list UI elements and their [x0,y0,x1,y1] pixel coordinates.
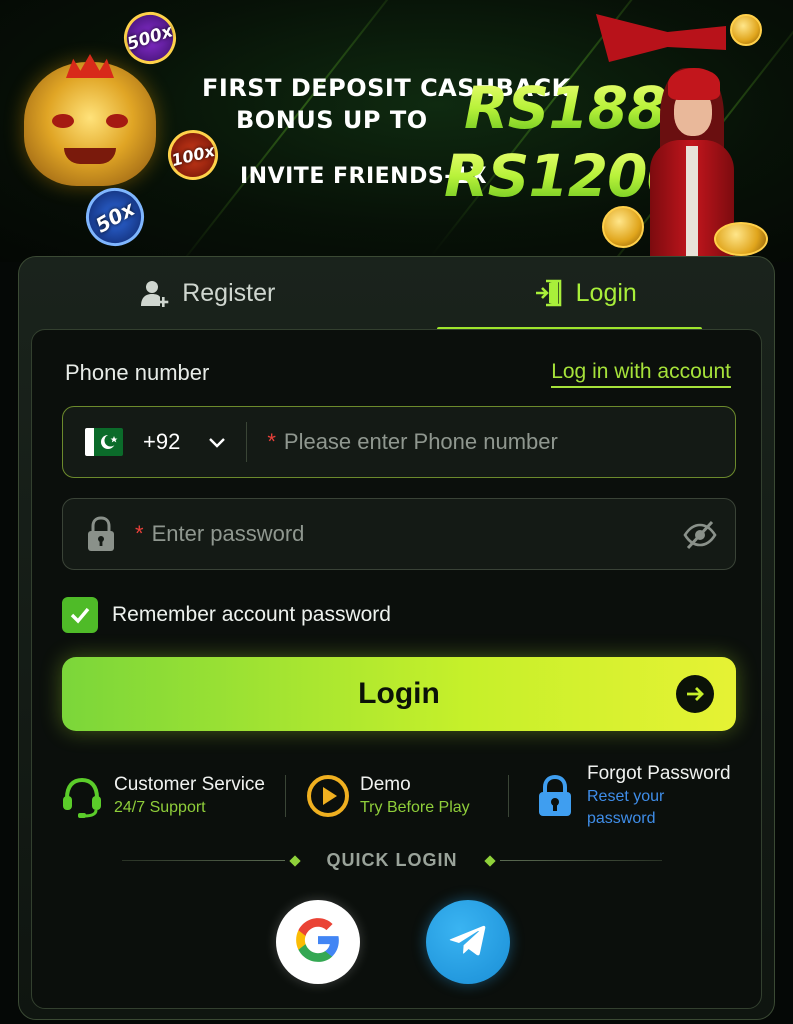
help-links: Customer Service 24/7 Support Demo Try B… [60,763,736,827]
lock-icon [85,516,117,552]
forgot-password-title: Forgot Password [587,763,731,784]
headset-icon [60,774,104,818]
coin-icon [714,222,768,256]
phone-label: Phone number [65,360,210,385]
arrow-right-icon [676,675,714,713]
checkbox-checked-icon[interactable] [62,597,98,633]
eye-off-icon[interactable] [683,519,717,551]
divider-line [499,860,662,861]
demo-subtitle: Try Before Play [360,799,470,816]
login-form: Phone number Log in with account +92 * P [31,329,762,1009]
password-input-group: * Enter password [62,498,736,570]
demo-link[interactable]: Demo Try Before Play [286,768,508,824]
login-with-account-link[interactable]: Log in with account [551,360,731,388]
login-door-icon [534,278,564,308]
country-code[interactable]: +92 [143,429,180,455]
login-button[interactable]: Login [62,657,736,731]
multiplier-chip-50: 50x [75,177,155,257]
banner-line-bonus: BONUS UP TO [236,106,428,134]
tab-login-label: Login [575,278,637,307]
golden-mask-icon [24,54,156,186]
field-divider [246,422,248,462]
demo-title: Demo [360,774,411,795]
telegram-icon [446,918,490,967]
diamond-icon [483,854,496,867]
tab-login[interactable]: Login [397,257,775,331]
add-user-icon [140,278,170,308]
forgot-password-link[interactable]: Forgot Password Reset your password [509,763,736,827]
login-button-label: Login [358,677,440,710]
password-input[interactable]: Enter password [152,521,305,547]
required-mark: * [135,521,144,546]
coin-icon [602,206,644,248]
coin-icon [730,14,762,46]
customer-service-link[interactable]: Customer Service 24/7 Support [60,768,285,824]
google-icon [293,915,343,970]
remember-password-checkbox[interactable]: Remember account password [62,597,391,633]
customer-service-title: Customer Service [114,774,265,795]
promo-banner[interactable]: 500x 100x 50x FIRST DEPOSIT CASHBACK BON… [0,0,793,262]
forgot-password-subtitle: Reset your password [587,788,665,827]
multiplier-chip-500: 500x [117,5,183,71]
quick-login-divider: QUICK LOGIN [122,850,662,871]
divider-line [122,860,285,861]
required-mark: * [267,429,276,454]
diamond-icon [288,854,301,867]
chevron-down-icon[interactable] [206,431,228,453]
multiplier-chip-100: 100x [162,124,224,186]
customer-service-subtitle: 24/7 Support [114,799,206,816]
pakistan-flag-icon[interactable] [85,428,123,456]
phone-input-group: +92 * Please enter Phone number [62,406,736,478]
phone-input[interactable]: Please enter Phone number [284,429,558,455]
banner-amount-cashback: RS188 [464,74,668,142]
play-icon [306,774,350,818]
auth-tabs: Register Login [19,257,775,331]
quick-login-label: QUICK LOGIN [326,850,458,870]
remember-password-label: Remember account password [112,603,391,626]
auth-card: Register Login Phone number Log in with … [18,256,775,1020]
google-login-button[interactable] [276,900,360,984]
tab-register-label: Register [182,278,276,307]
lock-icon [533,774,577,818]
telegram-login-button[interactable] [426,900,510,984]
tab-register[interactable]: Register [19,257,397,329]
